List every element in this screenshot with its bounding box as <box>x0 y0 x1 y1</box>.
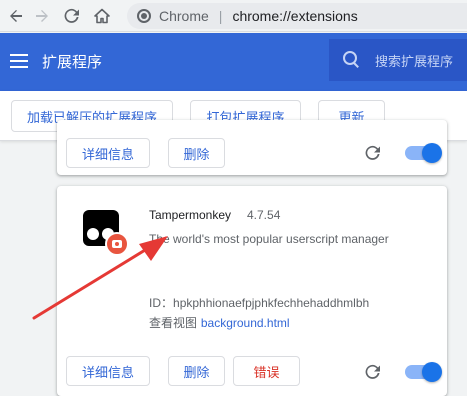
menu-icon[interactable] <box>10 54 28 68</box>
extension-card-previous: 详细信息 删除 <box>57 120 447 175</box>
page-title: 扩展程序 <box>42 53 103 71</box>
home-icon <box>94 8 110 24</box>
extension-description: The world's most popular userscript mana… <box>149 232 389 246</box>
enable-toggle[interactable] <box>405 362 442 382</box>
search-placeholder: 搜索扩展程序 <box>375 54 454 70</box>
arrow-right-icon <box>36 10 48 22</box>
browser-toolbar: Chrome | chrome://extensions <box>0 0 467 32</box>
extension-name: Tampermonkey <box>149 208 232 222</box>
url-text: chrome://extensions <box>232 8 358 24</box>
reload-extension-icon[interactable] <box>365 364 381 380</box>
forward-button[interactable] <box>30 4 54 28</box>
errors-button[interactable]: 错误 <box>233 356 300 386</box>
background-page-link[interactable]: background.html <box>201 316 290 330</box>
extension-id-value: hpkphhionaefpjphkfechhehaddhmlbh <box>173 296 370 310</box>
inspect-views-label: 查看视图 <box>149 316 198 330</box>
details-button[interactable]: 详细信息 <box>66 138 150 168</box>
chrome-site-icon <box>137 9 151 23</box>
remove-button[interactable]: 删除 <box>168 356 225 386</box>
inspect-views: 查看视图 background.html <box>149 314 290 331</box>
details-button[interactable]: 详细信息 <box>66 356 150 386</box>
extensions-header: 扩展程序 搜索扩展程序 <box>0 33 467 91</box>
arrow-left-icon <box>10 10 22 22</box>
extension-version: 4.7.54 <box>247 208 281 222</box>
reload-button[interactable] <box>60 4 84 28</box>
enable-toggle[interactable] <box>405 143 442 163</box>
home-button[interactable] <box>90 4 114 28</box>
extension-id: ID：hpkphhionaefpjphkfechhehaddhmlbh <box>149 294 369 311</box>
address-bar[interactable]: Chrome | chrome://extensions <box>127 3 467 29</box>
address-separator: | <box>218 8 223 24</box>
reload-icon <box>64 8 79 23</box>
toggle-knob <box>422 362 442 382</box>
remove-button[interactable]: 删除 <box>168 138 225 168</box>
camera-badge-icon <box>105 232 129 256</box>
extension-id-label: ID： <box>149 296 174 310</box>
extension-card-tampermonkey: Tampermonkey 4.7.54 The world's most pop… <box>57 186 447 396</box>
back-button[interactable] <box>4 4 28 28</box>
site-label: Chrome <box>159 8 209 24</box>
reload-extension-icon[interactable] <box>365 145 381 161</box>
search-input[interactable]: 搜索扩展程序 <box>329 39 467 81</box>
toggle-knob <box>422 143 442 163</box>
search-icon <box>343 51 361 69</box>
